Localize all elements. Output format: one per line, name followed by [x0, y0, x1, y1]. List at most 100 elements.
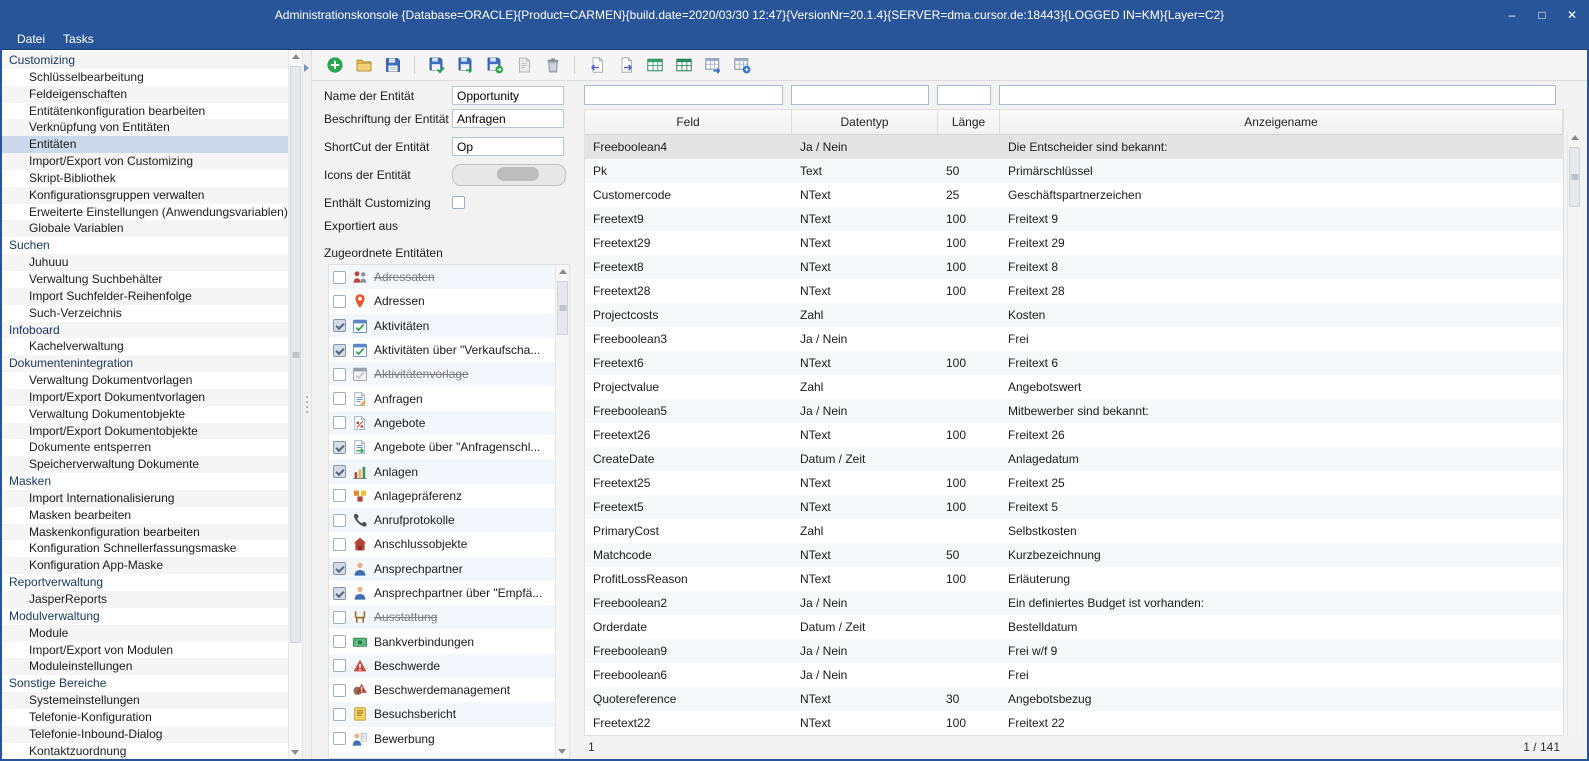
- table-row[interactable]: Freetext9NText100Freitext 9: [585, 207, 1563, 231]
- entity-shortcut-input[interactable]: [452, 137, 564, 156]
- entity-name-input[interactable]: [452, 86, 564, 105]
- entity-checkbox[interactable]: [333, 732, 346, 745]
- sidebar-item[interactable]: Konfigurationsgruppen verwalten: [2, 187, 288, 204]
- table-row[interactable]: CustomercodeNText25Geschäftspartnerzeich…: [585, 183, 1563, 207]
- sidebar-item[interactable]: Systemeinstellungen: [2, 692, 288, 709]
- grid-scroll-thumb[interactable]: [1569, 147, 1580, 207]
- sidebar-item[interactable]: Konfiguration App-Maske: [2, 557, 288, 574]
- delete-button[interactable]: [540, 53, 565, 78]
- entity-icons-picker[interactable]: [452, 164, 566, 186]
- maximize-button[interactable]: □: [1527, 2, 1557, 28]
- sidebar-item[interactable]: Feldeigenschaften: [2, 86, 288, 103]
- sidebar-item[interactable]: Telefonie-Inbound-Dialog: [2, 726, 288, 743]
- sidebar-item[interactable]: Such-Verzeichnis: [2, 305, 288, 322]
- table-row[interactable]: ProfitLossReasonNText100Erläuterung: [585, 567, 1563, 591]
- entity-row[interactable]: Aktivitätenvorlage: [329, 362, 555, 386]
- sidebar-item[interactable]: Erweiterte Einstellungen (Anwendungsvari…: [2, 204, 288, 221]
- table-row[interactable]: Freeboolean3Ja / NeinFrei: [585, 327, 1563, 351]
- table-row[interactable]: Freeboolean4Ja / NeinDie Entscheider sin…: [585, 135, 1563, 159]
- entity-row[interactable]: Ansprechpartner: [329, 557, 555, 581]
- entity-row[interactable]: Bewerbung: [329, 727, 555, 751]
- entity-row[interactable]: Anschlussobjekte: [329, 532, 555, 556]
- entity-list-scrollbar[interactable]: [555, 265, 569, 758]
- sidebar-item[interactable]: Module: [2, 625, 288, 642]
- discard-button[interactable]: [511, 53, 536, 78]
- sidebar-item[interactable]: Konfiguration Schnellerfassungsmaske: [2, 540, 288, 557]
- sidebar-item[interactable]: Telefonie-Konfiguration: [2, 709, 288, 726]
- sidebar-group[interactable]: Reportverwaltung: [2, 574, 288, 591]
- table-row[interactable]: Freetext22NText100Freitext 22: [585, 711, 1563, 735]
- entity-row[interactable]: Ansprechpartner über "Empfä...: [329, 581, 555, 605]
- save-sync-button[interactable]: [482, 53, 507, 78]
- sidebar-item[interactable]: Dokumente entsperren: [2, 439, 288, 456]
- sidebar-item[interactable]: Kontaktzuordnung: [2, 743, 288, 759]
- filter-input-len[interactable]: [937, 85, 991, 105]
- entity-checkbox[interactable]: [333, 635, 346, 648]
- sidebar-item[interactable]: Import/Export Dokumentobjekte: [2, 423, 288, 440]
- entity-row[interactable]: Angebote: [329, 411, 555, 435]
- entity-checkbox[interactable]: [333, 271, 346, 284]
- sidebar-item[interactable]: Verwaltung Suchbehälter: [2, 271, 288, 288]
- entity-checkbox[interactable]: [333, 562, 346, 575]
- table-row[interactable]: Freetext5NText100Freitext 5: [585, 495, 1563, 519]
- entity-checkbox[interactable]: [333, 441, 346, 454]
- table-row[interactable]: Freeboolean5Ja / NeinMitbewerber sind be…: [585, 399, 1563, 423]
- entity-row[interactable]: Anfragen: [329, 386, 555, 410]
- entity-row[interactable]: Aktivitäten über "Verkaufscha...: [329, 338, 555, 362]
- scroll-up-icon[interactable]: [1571, 135, 1579, 140]
- entity-row[interactable]: Bankverbindungen: [329, 629, 555, 653]
- entity-checkbox[interactable]: [333, 684, 346, 697]
- column-header-anz[interactable]: Anzeigename: [1000, 110, 1563, 134]
- add-button[interactable]: [322, 53, 347, 78]
- contains-customizing-checkbox[interactable]: [452, 196, 465, 209]
- collapse-chevron-icon[interactable]: [304, 64, 313, 72]
- entity-row[interactable]: Besuchsbericht: [329, 702, 555, 726]
- sidebar-item[interactable]: Masken bearbeiten: [2, 507, 288, 524]
- filter-input-feld[interactable]: [584, 85, 783, 105]
- entity-checkbox[interactable]: [333, 514, 346, 527]
- save-check-button[interactable]: [424, 53, 449, 78]
- sidebar-group[interactable]: Masken: [2, 473, 288, 490]
- scroll-up-icon[interactable]: [292, 54, 300, 59]
- sidebar-splitter[interactable]: [302, 50, 312, 759]
- entity-checkbox[interactable]: [333, 416, 346, 429]
- minimize-button[interactable]: –: [1497, 2, 1527, 28]
- table-row[interactable]: Freetext29NText100Freitext 29: [585, 231, 1563, 255]
- sidebar-group[interactable]: Customizing: [2, 52, 288, 69]
- table-row[interactable]: QuotereferenceNText30Angebotsbezug: [585, 687, 1563, 711]
- table-row[interactable]: PkText50Primärschlüssel: [585, 159, 1563, 183]
- menu-tasks[interactable]: Tasks: [54, 28, 103, 49]
- table-row[interactable]: Freetext25NText100Freitext 25: [585, 471, 1563, 495]
- sidebar-item[interactable]: Import/Export Dokumentvorlagen: [2, 389, 288, 406]
- table-import-button[interactable]: [642, 53, 667, 78]
- sidebar-item[interactable]: Import/Export von Customizing: [2, 153, 288, 170]
- table-row[interactable]: Freetext6NText100Freitext 6: [585, 351, 1563, 375]
- sidebar-item[interactable]: Maskenkonfiguration bearbeiten: [2, 524, 288, 541]
- column-header-len[interactable]: Länge: [938, 110, 1000, 134]
- column-header-feld[interactable]: Feld: [585, 110, 792, 134]
- entity-checkbox[interactable]: [333, 319, 346, 332]
- scroll-down-icon[interactable]: [558, 749, 566, 754]
- sidebar-item[interactable]: Verwaltung Dokumentvorlagen: [2, 372, 288, 389]
- table-config-button[interactable]: [729, 53, 754, 78]
- table-row[interactable]: ProjectvalueZahlAngebotswert: [585, 375, 1563, 399]
- scroll-up-icon[interactable]: [559, 269, 567, 274]
- entity-row[interactable]: Ausstattung: [329, 605, 555, 629]
- sidebar-item[interactable]: Schlüsselbearbeitung: [2, 69, 288, 86]
- sidebar-item[interactable]: JasperReports: [2, 591, 288, 608]
- table-row[interactable]: ProjectcostsZahlKosten: [585, 303, 1563, 327]
- sidebar-group[interactable]: Infoboard: [2, 322, 288, 339]
- entity-checkbox[interactable]: [333, 344, 346, 357]
- entity-row[interactable]: Angebote über "Anfragenschl...: [329, 435, 555, 459]
- entity-checkbox[interactable]: [333, 295, 346, 308]
- sidebar-item[interactable]: Speicherverwaltung Dokumente: [2, 456, 288, 473]
- entity-checkbox[interactable]: [333, 659, 346, 672]
- page-export-button[interactable]: [613, 53, 638, 78]
- table-row[interactable]: PrimaryCostZahlSelbstkosten: [585, 519, 1563, 543]
- sidebar-group[interactable]: Sonstige Bereiche: [2, 675, 288, 692]
- table-row[interactable]: Freeboolean9Ja / NeinFrei w/f 9: [585, 639, 1563, 663]
- sidebar-item[interactable]: Entitätenkonfiguration bearbeiten: [2, 103, 288, 120]
- sidebar-item[interactable]: Entitäten: [2, 136, 288, 153]
- entity-checkbox[interactable]: [333, 392, 346, 405]
- table-row[interactable]: Freeboolean2Ja / NeinEin definiertes Bud…: [585, 591, 1563, 615]
